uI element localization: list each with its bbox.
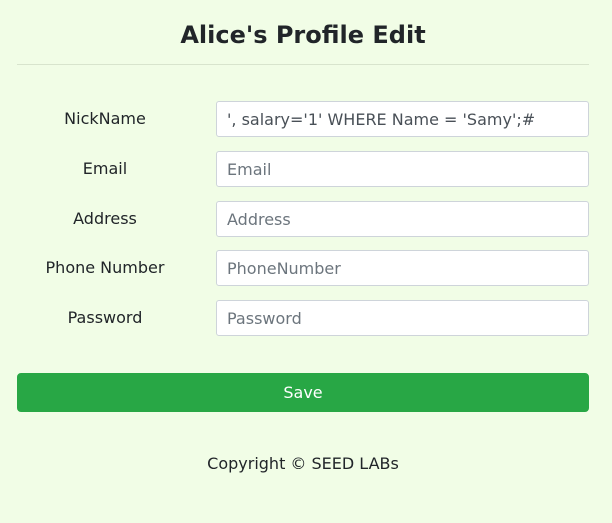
- page-title: Alice's Profile Edit: [180, 21, 426, 49]
- phone-number-input[interactable]: [216, 250, 589, 286]
- save-button[interactable]: Save: [17, 373, 589, 412]
- email-input[interactable]: [216, 151, 589, 187]
- phone-number-label: Phone Number: [45, 258, 165, 277]
- footer-copyright: Copyright © SEED LABs: [207, 454, 399, 473]
- nickname-input[interactable]: [216, 101, 589, 137]
- address-input[interactable]: [216, 201, 589, 237]
- password-label: Password: [67, 308, 143, 327]
- form-row-email: Email: [0, 151, 612, 187]
- form-row-address: Address: [0, 201, 612, 237]
- email-label: Email: [82, 159, 128, 178]
- form-row-phone-number: Phone Number: [0, 250, 612, 286]
- nickname-label: NickName: [64, 109, 146, 128]
- title-divider: [17, 64, 589, 65]
- password-input[interactable]: [216, 300, 589, 336]
- form-row-password: Password: [0, 300, 612, 336]
- form-row-nickname: NickName: [0, 101, 612, 137]
- address-label: Address: [73, 209, 137, 228]
